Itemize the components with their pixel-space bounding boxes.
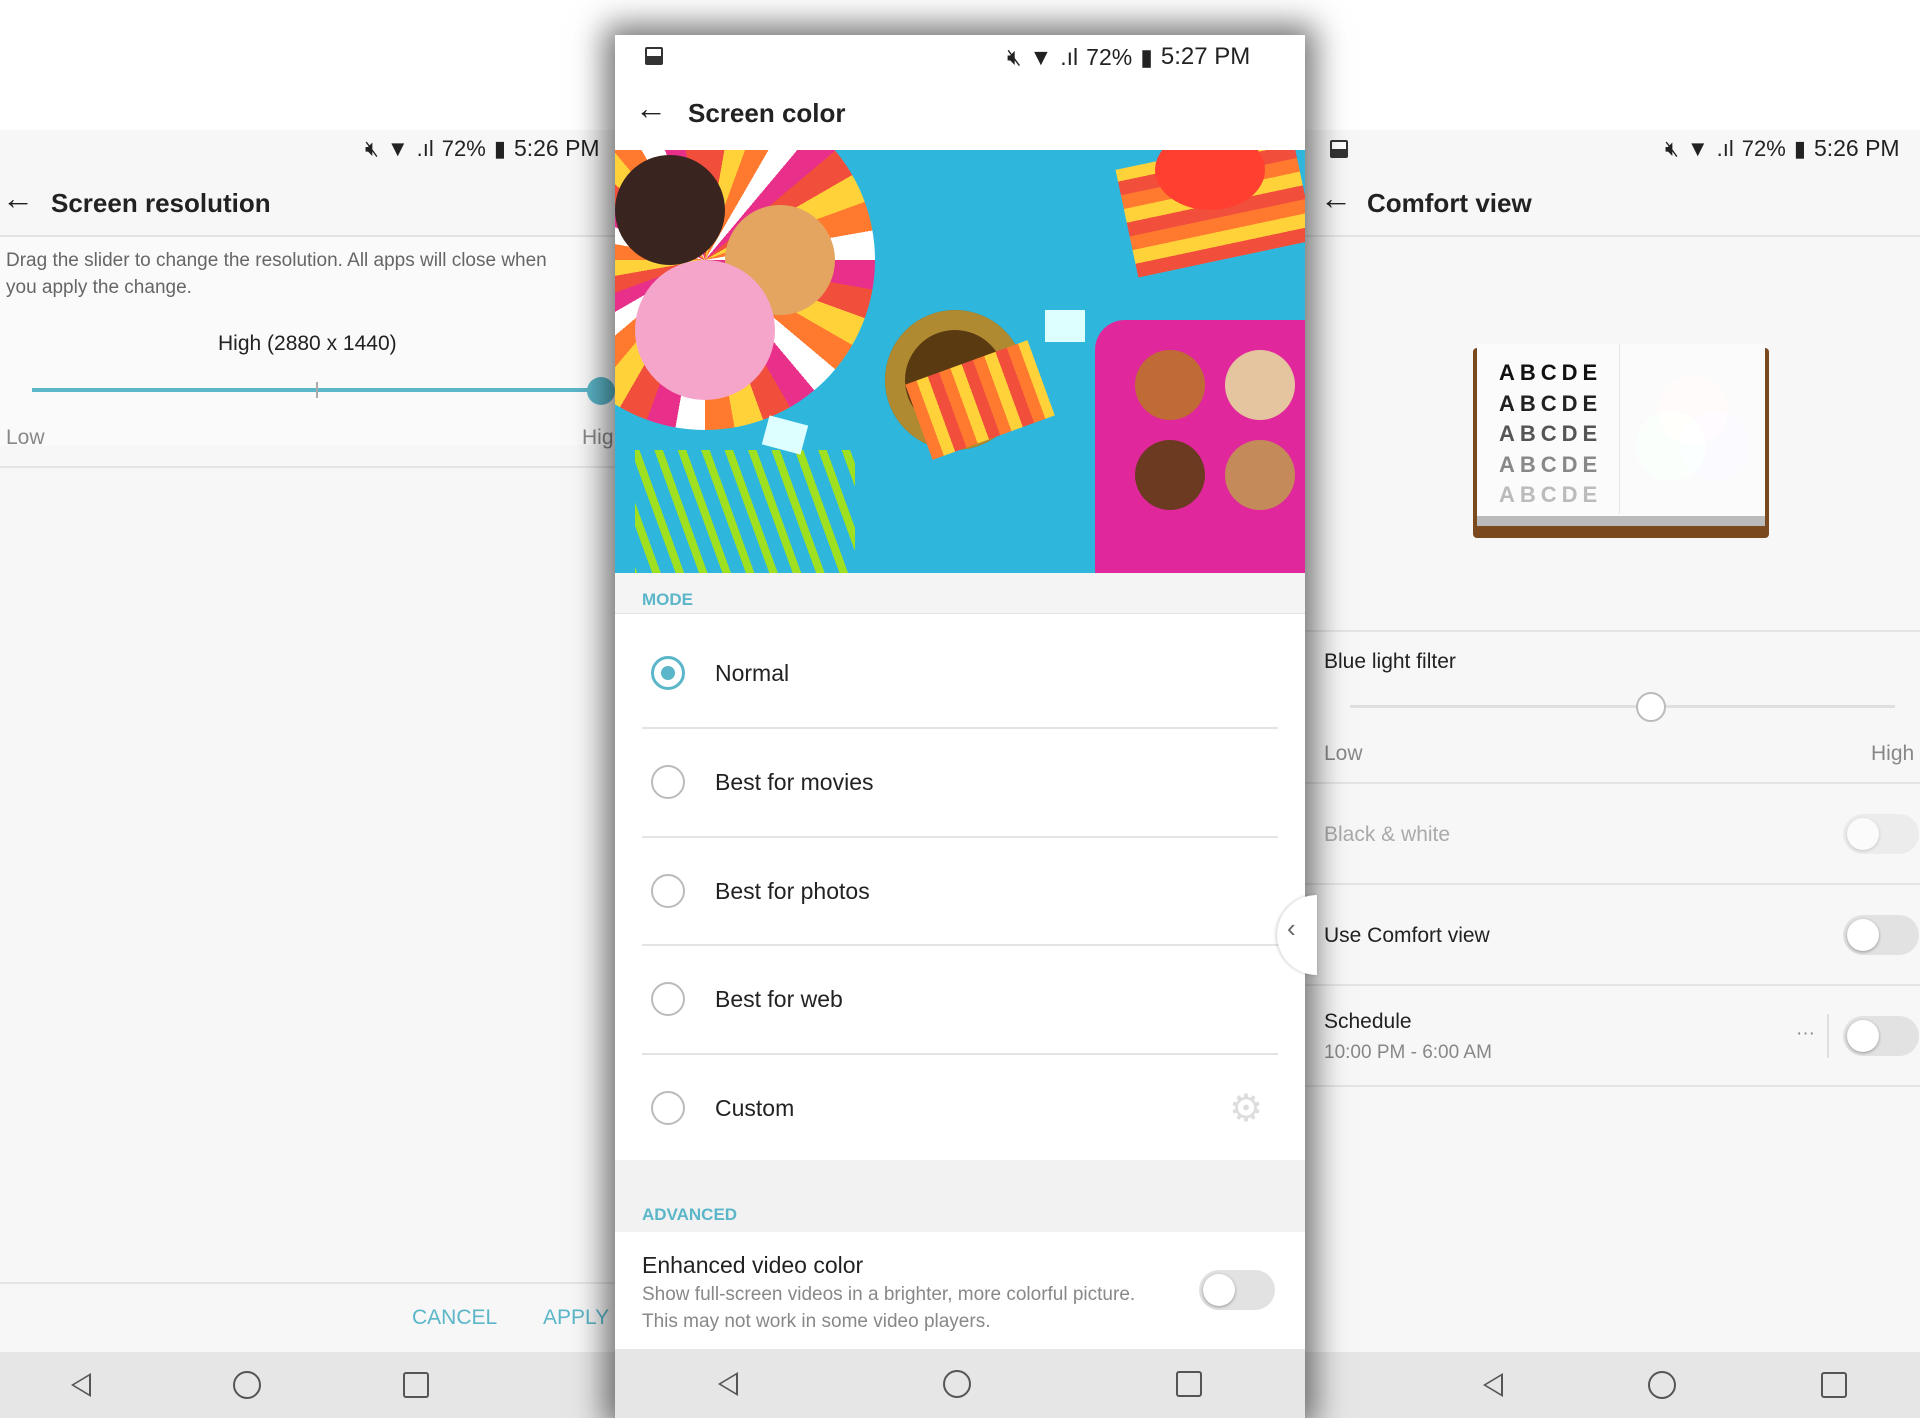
home-nav-icon[interactable] [942, 1369, 971, 1398]
back-nav-icon[interactable] [717, 1371, 738, 1396]
signal-icon: .ıl [1060, 43, 1079, 70]
recents-nav-icon[interactable] [403, 1372, 429, 1398]
high-label: Hig [582, 426, 614, 449]
cancel-button[interactable]: CANCEL [412, 1306, 497, 1330]
nav-bar [1290, 1352, 1920, 1418]
mute-icon: 🔇︎ [1007, 43, 1022, 70]
radio-photos[interactable] [651, 874, 685, 908]
description: Drag the slider to change the resolution… [6, 250, 547, 271]
battery-icon: ▮ [1140, 43, 1153, 70]
page-title: Screen color [688, 98, 846, 128]
gallery-icon [1330, 140, 1348, 158]
mode-label: Normal [715, 660, 790, 686]
battery-percent: 72% [1741, 135, 1786, 161]
enhanced-video-color-desc: This may not work in some video players. [642, 1311, 991, 1332]
gallery-icon [645, 47, 663, 65]
clock: 5:27 PM [1160, 43, 1251, 70]
signal-icon: .ıl [416, 135, 434, 161]
mode-label: Best for web [715, 986, 843, 1012]
slider-thumb[interactable] [1636, 692, 1666, 722]
blue-light-slider[interactable] [1350, 705, 1895, 708]
enhanced-video-color-toggle[interactable] [1199, 1270, 1275, 1310]
wifi-icon: ▼ [386, 135, 409, 161]
eye-chart-row: ABCDE [1499, 360, 1603, 385]
resolution-label: High (2880 x 1440) [218, 332, 397, 355]
radio-movies[interactable] [651, 765, 685, 799]
comfort-view-illustration: ABCDE ABCDE ABCDE ABCDE ABCDE [1473, 344, 1769, 538]
high-label: High [1871, 742, 1915, 765]
home-nav-icon[interactable] [1647, 1371, 1676, 1399]
radio-web[interactable] [651, 982, 685, 1016]
schedule-label: Schedule [1324, 1010, 1412, 1033]
mute-icon: 🔇︎ [1665, 135, 1679, 161]
eye-chart-row: ABCDE [1499, 451, 1603, 477]
recents-nav-icon[interactable] [1176, 1370, 1203, 1397]
black-white-label: Black & white [1324, 823, 1451, 846]
low-label: Low [6, 426, 45, 449]
use-comfort-view-label: Use Comfort view [1324, 924, 1490, 947]
back-arrow-icon[interactable]: ← [1320, 180, 1352, 217]
eye-chart-row: ABCDE [1499, 390, 1603, 416]
status-bar: 🔇︎ ▼ .ıl 72% ▮ 5:27 PM [1007, 43, 1250, 71]
nav-bar [0, 1352, 640, 1418]
battery-icon: ▮ [493, 135, 506, 161]
recents-nav-icon[interactable] [1821, 1372, 1848, 1398]
schedule-time: 10:00 PM - 6:00 AM [1324, 1042, 1492, 1063]
back-nav-icon[interactable] [1482, 1373, 1503, 1397]
mode-label: Best for photos [715, 878, 870, 904]
blue-light-filter-label: Blue light filter [1324, 650, 1456, 673]
signal-icon: .ıl [1716, 135, 1734, 161]
status-bar: 🔇︎ ▼ .ıl 72% ▮ 5:26 PM [1665, 135, 1900, 162]
back-arrow-icon[interactable]: ← [2, 180, 34, 217]
use-comfort-view-toggle[interactable] [1843, 915, 1919, 955]
back-arrow-icon[interactable]: ← [635, 90, 667, 127]
battery-percent: 72% [1086, 43, 1133, 70]
radio-custom[interactable] [651, 1091, 685, 1125]
screen-color-panel: 🔇︎ ▼ .ıl 72% ▮ 5:27 PM ← Screen color MODE … [615, 35, 1317, 1418]
clock: 5:26 PM [1813, 135, 1900, 161]
advanced-section-header: ADVANCED [642, 1205, 738, 1224]
back-nav-icon[interactable] [71, 1373, 91, 1397]
enhanced-video-color-title: Enhanced video color [642, 1252, 864, 1278]
side-drawer-handle[interactable]: ‹ [1277, 895, 1317, 975]
screen-resolution-panel: 🔇︎ ▼ .ıl 72% ▮ 5:26 PM ← Screen resolution … [0, 130, 640, 1418]
home-nav-icon[interactable] [233, 1371, 261, 1399]
low-label: Low [1324, 742, 1363, 765]
mute-icon: 🔇︎ [365, 135, 379, 161]
page-title: Screen resolution [51, 188, 271, 218]
more-options-icon[interactable]: ··· [1796, 1023, 1815, 1045]
preview-image [615, 150, 1305, 573]
black-white-toggle[interactable] [1843, 814, 1919, 854]
eye-chart-row: ABCDE [1499, 421, 1603, 446]
mode-label: Custom [715, 1095, 795, 1121]
rgb-circles-icon [1636, 375, 1750, 481]
eye-chart-row: ABCDE [1499, 482, 1603, 507]
gear-icon[interactable]: ⚙ [1229, 1086, 1263, 1131]
apply-button[interactable]: APPLY [543, 1306, 609, 1330]
page-title: Comfort view [1367, 188, 1532, 218]
battery-icon: ▮ [1793, 135, 1806, 161]
enhanced-video-color-desc: Show full-screen videos in a brighter, m… [642, 1284, 1136, 1305]
nav-bar [615, 1349, 1305, 1418]
comfort-view-panel: 🔇︎ ▼ .ıl 72% ▮ 5:26 PM ← Comfort view ABCDE… [1290, 130, 1920, 1418]
mode-section-header: MODE [642, 590, 693, 609]
wifi-icon: ▼ [1686, 135, 1709, 161]
slider-thumb[interactable] [587, 377, 615, 405]
wifi-icon: ▼ [1029, 43, 1053, 70]
mode-label: Best for movies [715, 769, 874, 795]
radio-normal[interactable] [651, 656, 685, 690]
clock: 5:26 PM [513, 135, 600, 161]
battery-percent: 72% [441, 135, 486, 161]
status-bar: 🔇︎ ▼ .ıl 72% ▮ 5:26 PM [365, 135, 600, 162]
description: you apply the change. [6, 277, 192, 298]
schedule-toggle[interactable] [1843, 1016, 1919, 1056]
